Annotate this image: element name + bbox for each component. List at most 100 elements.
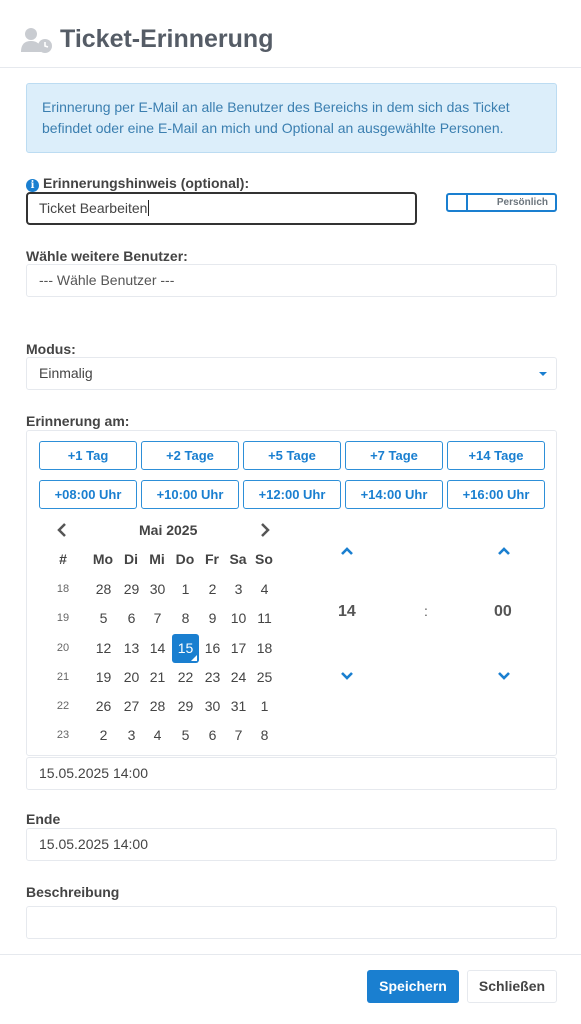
calendar-day[interactable]: 26 — [90, 692, 117, 721]
calendar-day[interactable]: 2 — [90, 721, 117, 750]
calendar-day[interactable]: 6 — [118, 604, 145, 633]
calendar-day[interactable]: 29 — [172, 692, 199, 721]
quick-time-button[interactable]: +16:00 Uhr — [447, 480, 545, 509]
calendar-day[interactable]: 8 — [172, 604, 199, 633]
end-label: Ende — [26, 811, 61, 827]
calendar-day[interactable]: 19 — [90, 663, 117, 692]
calendar-day[interactable]: 7 — [144, 604, 171, 633]
calendar-day[interactable]: 25 — [251, 663, 278, 692]
hour-value[interactable]: 14 — [338, 603, 356, 621]
info-icon: i — [26, 179, 39, 192]
quick-day-button[interactable]: +7 Tage — [345, 441, 443, 470]
calendar-day[interactable]: 5 — [90, 604, 117, 633]
calendar-day[interactable]: 10 — [225, 604, 252, 633]
quick-day-button[interactable]: +5 Tage — [243, 441, 341, 470]
calendar-day[interactable]: 28 — [144, 692, 171, 721]
chevron-down-icon[interactable] — [497, 671, 511, 681]
calendar-week-number: 21 — [56, 671, 70, 683]
calendar-day[interactable]: 8 — [251, 721, 278, 750]
calendar-day[interactable]: 4 — [144, 721, 171, 750]
calendar-day[interactable]: 24 — [225, 663, 252, 692]
calendar-week-number: 18 — [56, 583, 70, 595]
calendar-week-number: 19 — [56, 612, 70, 624]
chevron-up-icon[interactable] — [497, 546, 511, 556]
chevron-down-icon[interactable] — [340, 671, 354, 681]
quick-day-button[interactable]: +1 Tag — [39, 441, 137, 470]
calendar-day[interactable]: 17 — [225, 634, 252, 663]
calendar-header-day: Mo — [92, 551, 114, 567]
calendar-day[interactable]: 3 — [225, 575, 252, 604]
calendar-day[interactable]: 20 — [118, 663, 145, 692]
quick-day-button[interactable]: +14 Tage — [447, 441, 545, 470]
calendar-day[interactable]: 9 — [199, 604, 226, 633]
caret-down-icon — [539, 372, 547, 376]
quick-day-button[interactable]: +2 Tage — [141, 441, 239, 470]
info-alert: Erinnerung per E-Mail an alle Benutzer d… — [26, 83, 557, 153]
mode-select[interactable]: Einmalig — [26, 357, 557, 390]
chevron-right-icon[interactable] — [260, 523, 270, 537]
calendar-header-day: Mi — [149, 551, 165, 567]
description-input[interactable] — [26, 906, 557, 939]
toggle-knob — [448, 195, 468, 210]
time-separator: : — [424, 603, 428, 619]
calendar-day[interactable]: 22 — [172, 663, 199, 692]
calendar-day[interactable]: 28 — [90, 575, 117, 604]
calendar-day[interactable]: 7 — [225, 721, 252, 750]
calendar-day-selected[interactable]: 15 — [172, 634, 199, 663]
hint-label: i Erinnerungshinweis (optional): — [26, 175, 249, 192]
calendar-header-day: Do — [175, 551, 195, 567]
reminder-label: Erinnerung am: — [26, 413, 130, 429]
hint-input[interactable]: Ticket Bearbeiten — [26, 192, 417, 225]
close-button[interactable]: Schließen — [467, 970, 557, 1003]
chevron-left-icon[interactable] — [57, 523, 67, 537]
calendar-day[interactable]: 30 — [144, 575, 171, 604]
end-datetime-input[interactable]: 15.05.2025 14:00 — [26, 828, 557, 861]
quick-time-button[interactable]: +12:00 Uhr — [243, 480, 341, 509]
calendar-day[interactable]: 23 — [199, 663, 226, 692]
calendar-day[interactable]: 16 — [199, 634, 226, 663]
calendar-day[interactable]: 11 — [251, 604, 278, 633]
calendar-day[interactable]: 18 — [251, 634, 278, 663]
calendar-day[interactable]: 30 — [199, 692, 226, 721]
calendar-day[interactable]: 31 — [225, 692, 252, 721]
save-button[interactable]: Speichern — [367, 970, 459, 1003]
calendar-day[interactable]: 1 — [251, 692, 278, 721]
calendar-day[interactable]: 12 — [90, 634, 117, 663]
calendar-header-day: Di — [124, 551, 138, 567]
calendar-day[interactable]: 27 — [118, 692, 145, 721]
calendar-header-day: So — [255, 551, 273, 567]
personal-toggle[interactable]: Persönlich — [446, 193, 557, 212]
quick-time-button[interactable]: +14:00 Uhr — [345, 480, 443, 509]
toggle-label: Persönlich — [496, 197, 548, 208]
description-label: Beschreibung — [26, 884, 120, 900]
calendar-day[interactable]: 6 — [199, 721, 226, 750]
calendar-day[interactable]: 21 — [144, 663, 171, 692]
calendar-day[interactable]: 2 — [199, 575, 226, 604]
calendar-day[interactable]: 3 — [118, 721, 145, 750]
calendar-day[interactable]: 4 — [251, 575, 278, 604]
calendar-day[interactable]: 1 — [172, 575, 199, 604]
minute-value[interactable]: 00 — [494, 603, 512, 621]
reminder-datetime-input[interactable]: 15.05.2025 14:00 — [26, 757, 557, 790]
calendar-header-day: Fr — [205, 551, 219, 567]
users-label: Wähle weitere Benutzer: — [26, 248, 188, 264]
mode-value: Einmalig — [39, 365, 93, 381]
calendar-day[interactable]: 29 — [118, 575, 145, 604]
quick-time-button[interactable]: +10:00 Uhr — [141, 480, 239, 509]
mode-label: Modus: — [26, 341, 76, 357]
calendar-week-number: 23 — [56, 729, 70, 741]
calendar-day[interactable]: 5 — [172, 721, 199, 750]
page-title: Ticket-Erinnerung — [60, 25, 274, 53]
calendar-week-number: 20 — [56, 642, 70, 654]
calendar-header-day: Sa — [229, 551, 247, 567]
calendar-day[interactable]: 13 — [118, 634, 145, 663]
calendar-day[interactable]: 14 — [144, 634, 171, 663]
text-caret — [148, 200, 150, 216]
quick-time-button[interactable]: +08:00 Uhr — [39, 480, 137, 509]
calendar-header-week: # — [59, 551, 67, 567]
modal-header: Ticket-Erinnerung — [0, 0, 581, 68]
modal-footer: Speichern Schließen — [0, 954, 581, 1024]
calendar-month: Mai 2025 — [139, 522, 198, 538]
chevron-up-icon[interactable] — [340, 546, 354, 556]
users-select[interactable]: --- Wähle Benutzer --- — [26, 264, 557, 297]
